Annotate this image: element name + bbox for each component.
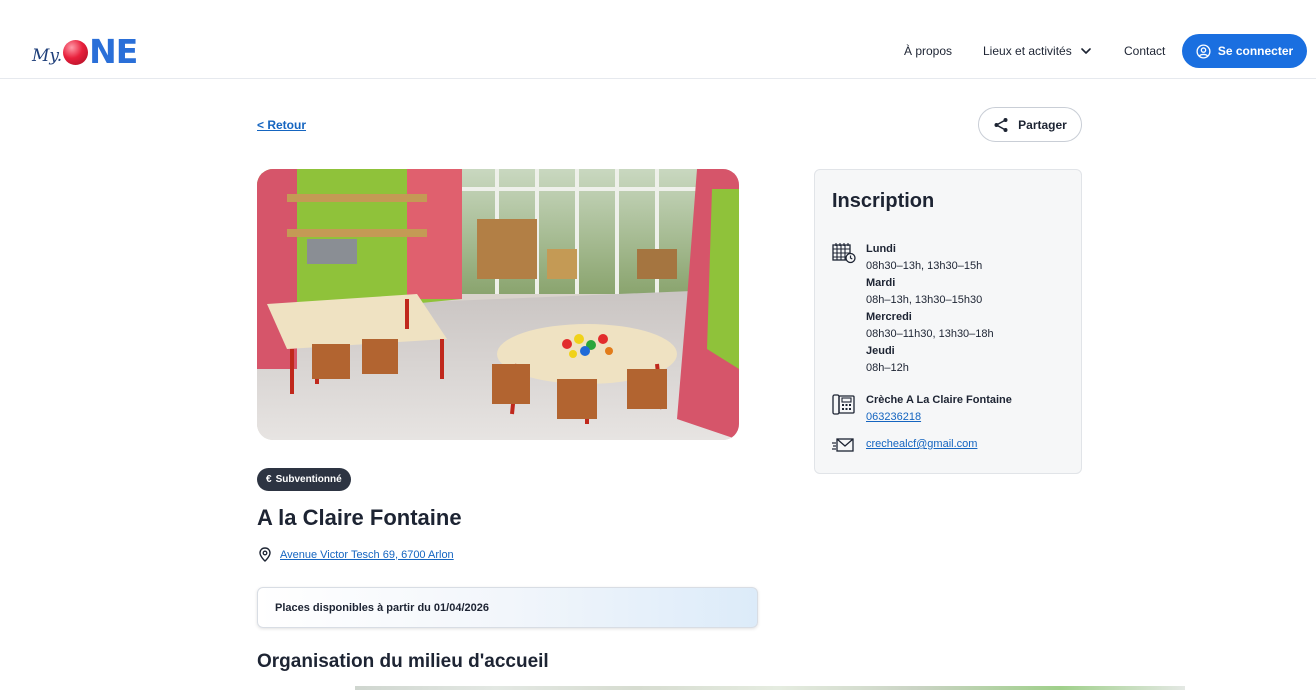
daycare-room-image [257,169,739,440]
myone-logo[interactable]: My. NE [32,32,138,71]
schedule-list: Lundi 08h30–13h, 13h30–15h Mardi 08h–13h… [866,241,994,377]
logo-ball-icon [63,40,89,65]
phone-icon [832,394,855,415]
schedule-hours: 08h–13h, 13h30–15h30 [866,294,983,306]
email-link[interactable]: crechealcf@gmail.com [866,438,977,450]
badge-label: Subventionné [275,474,342,485]
nav-contact-link[interactable]: Contact [1124,44,1165,58]
phone-link[interactable]: 063236218 [866,411,921,423]
site-header: My. NE À propos Lieux et activités Conta… [0,0,1316,79]
page-title: A la Claire Fontaine [257,505,462,530]
availability-banner: Places disponibles à partir du 01/04/202… [257,587,758,628]
email-icon [832,438,854,452]
user-circle-icon [1196,43,1211,59]
share-icon [994,117,1008,132]
calendar-clock-icon [832,243,856,264]
back-link[interactable]: < Retour [257,118,306,132]
euro-icon: € [266,474,272,485]
share-label: Partager [1018,117,1067,132]
nav-places-dropdown[interactable]: Lieux et activités [983,44,1091,58]
schedule-day: Mardi [866,277,896,289]
contact-name: Crèche A La Claire Fontaine [866,394,1012,406]
organisation-heading: Organisation du milieu d'accueil [257,651,549,672]
login-button[interactable]: Se connecter [1182,34,1307,68]
subsidised-badge: € Subventionné [257,468,351,491]
schedule-day: Lundi [866,243,896,255]
share-button[interactable]: Partager [978,107,1082,142]
schedule-day: Mercredi [866,311,912,323]
contact-block: Crèche A La Claire Fontaine 063236218 [866,392,1012,426]
inscription-card: Inscription Lundi 08h30–13h, 13h30–15h M… [814,169,1082,474]
inscription-title: Inscription [832,190,935,212]
logo-prefix: My. [32,46,63,66]
login-label: Se connecter [1217,44,1294,58]
location-pin-icon [259,547,271,562]
address-link[interactable]: Avenue Victor Tesch 69, 6700 Arlon [280,549,454,561]
chevron-down-icon [1080,47,1091,54]
daycare-photo [257,169,739,440]
schedule-hours: 08h–12h [866,362,909,374]
address-row: Avenue Victor Tesch 69, 6700 Arlon [258,547,454,562]
nav-about-link[interactable]: À propos [904,44,952,58]
schedule-hours: 08h30–11h30, 13h30–18h [866,328,994,340]
schedule-hours: 08h30–13h, 13h30–15h [866,260,983,272]
photo-strip-edge [355,686,1185,690]
availability-text: Places disponibles à partir du 01/04/202… [275,601,489,614]
schedule-day: Jeudi [866,345,895,357]
nav-places-label: Lieux et activités [983,44,1072,58]
logo-suffix: NE [89,32,138,71]
